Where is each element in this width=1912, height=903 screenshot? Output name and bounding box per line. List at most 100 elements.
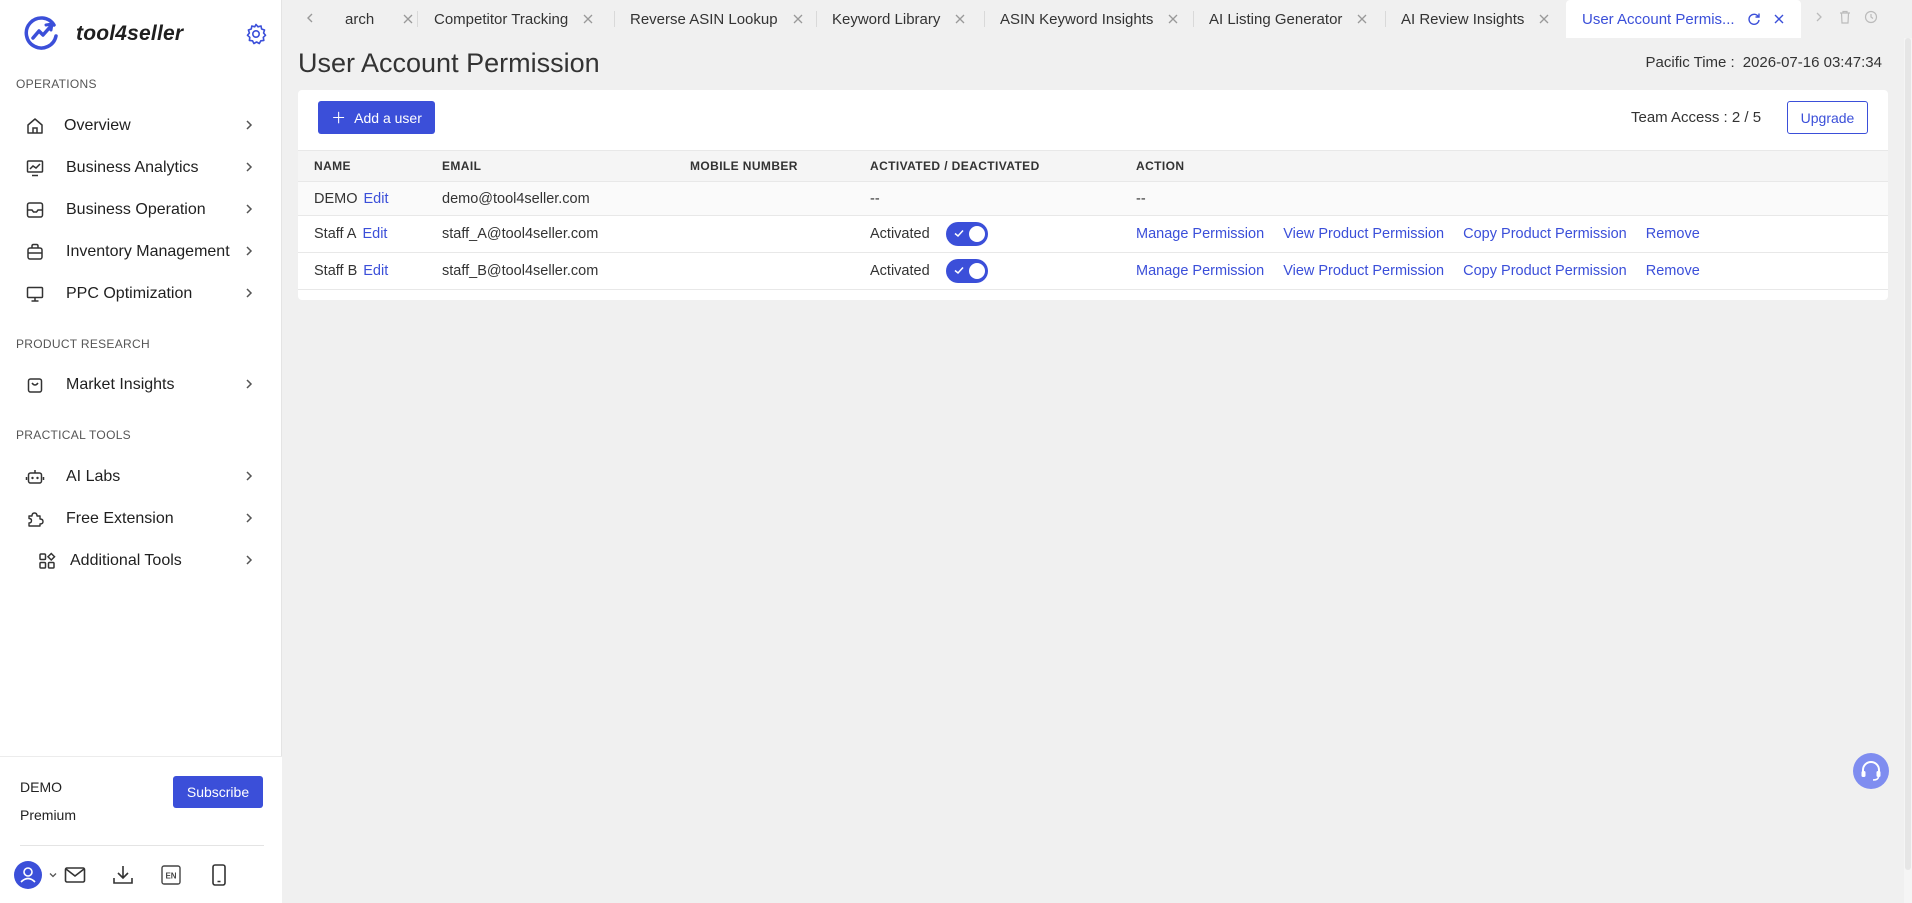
activation-toggle[interactable] (945, 222, 988, 246)
chevron-right-icon (246, 120, 253, 130)
column-header-action: ACTION (1136, 150, 1888, 182)
cell-name: Staff A Edit (298, 215, 442, 253)
account-name: DEMO (20, 779, 62, 795)
section-title-operations: OPERATIONS (16, 77, 97, 91)
sidebar-item-label: Free Extension (66, 510, 174, 527)
sidebar-item-inventory-management[interactable]: Inventory Management (24, 232, 264, 272)
tab-keyword-library[interactable]: Keyword Library (832, 0, 966, 38)
brand-name: tool4seller (76, 22, 184, 45)
box-icon (24, 241, 46, 263)
close-icon[interactable] (1167, 13, 1179, 25)
chevron-down-icon (49, 873, 57, 878)
activation-toggle[interactable] (945, 259, 988, 283)
check-icon (954, 229, 964, 238)
scrollbar-thumb[interactable] (1905, 38, 1911, 870)
edit-link[interactable]: Edit (364, 191, 389, 207)
download-icon[interactable] (108, 860, 138, 890)
customer-support-button[interactable] (1853, 753, 1889, 789)
sidebar-item-label: Additional Tools (70, 552, 182, 569)
cell-action: Manage Permission View Product Permissio… (1136, 252, 1888, 290)
shopping-bag-icon (24, 374, 46, 396)
user-name: Staff B (314, 263, 358, 279)
brand[interactable]: tool4seller (24, 14, 183, 54)
tab-separator (417, 11, 418, 27)
sidebar-item-ai-labs[interactable]: AI Labs (24, 457, 264, 497)
close-icon[interactable] (1773, 13, 1785, 25)
mobile-icon[interactable] (204, 860, 234, 890)
sidebar-item-additional-tools[interactable]: Additional Tools (24, 541, 264, 581)
edit-link[interactable]: Edit (363, 263, 388, 279)
sidebar-item-market-insights[interactable]: Market Insights (24, 365, 264, 405)
tab-separator (1193, 11, 1194, 27)
subscribe-button[interactable]: Subscribe (173, 776, 263, 808)
user-name: DEMO (314, 190, 358, 207)
copy-product-permission-link[interactable]: Copy Product Permission (1463, 226, 1627, 242)
check-icon (954, 266, 964, 275)
tab-separator (614, 11, 615, 27)
sidebar-item-free-extension[interactable]: Free Extension (24, 499, 264, 539)
view-product-permission-link[interactable]: View Product Permission (1283, 263, 1444, 279)
upgrade-button[interactable]: Upgrade (1787, 101, 1868, 134)
tab-competitor-tracking[interactable]: Competitor Tracking (434, 0, 594, 38)
language-en-icon[interactable]: EN (156, 860, 186, 890)
cell-mobile (690, 215, 870, 253)
tab-asin-keyword-insights[interactable]: ASIN Keyword Insights (1000, 0, 1179, 38)
tab-user-account-permission[interactable]: User Account Permis... (1566, 0, 1801, 38)
view-product-permission-link[interactable]: View Product Permission (1283, 226, 1444, 242)
history-icon[interactable] (1864, 9, 1878, 25)
toggle-knob (968, 263, 985, 279)
close-icon[interactable] (402, 13, 414, 25)
tab-ai-review-insights[interactable]: AI Review Insights (1401, 0, 1550, 38)
table-row: Staff B Edit staff_B@tool4seller.com Acti… (298, 252, 1888, 290)
chevron-right-icon (246, 162, 253, 172)
copy-product-permission-link[interactable]: Copy Product Permission (1463, 263, 1627, 279)
status-label: Activated (870, 262, 930, 279)
account-plan: Premium (20, 807, 77, 823)
sidebar-item-overview[interactable]: Overview (24, 106, 264, 146)
svg-text:EN: EN (165, 872, 176, 881)
remove-link[interactable]: Remove (1646, 263, 1700, 279)
table-row: Staff A Edit staff_A@tool4seller.com Acti… (298, 215, 1888, 253)
chevron-right-icon (246, 288, 253, 298)
tab-bar: arch Competitor Tracking Reverse ASIN Lo… (282, 0, 1912, 38)
sidebar-item-business-analytics[interactable]: Business Analytics (24, 148, 264, 188)
manage-permission-link[interactable]: Manage Permission (1136, 263, 1264, 279)
account-toolbar: EN (14, 860, 234, 890)
toggle-knob (968, 226, 985, 242)
close-icon[interactable] (582, 13, 594, 25)
tab-separator (984, 11, 985, 27)
tab-separator (816, 11, 817, 27)
cell-status: Activated (870, 252, 1136, 290)
chevron-left-icon[interactable] (302, 9, 318, 27)
close-icon[interactable] (792, 13, 804, 25)
cell-action: -- (1136, 181, 1888, 216)
remove-link[interactable]: Remove (1646, 226, 1700, 242)
gear-icon[interactable] (244, 22, 268, 46)
close-icon[interactable] (1356, 13, 1368, 25)
close-icon[interactable] (1538, 13, 1550, 25)
close-icon[interactable] (954, 13, 966, 25)
manage-permission-link[interactable]: Manage Permission (1136, 226, 1264, 242)
chevron-right-icon (246, 471, 253, 481)
mail-icon[interactable] (60, 860, 90, 890)
sidebar-item-label: Business Analytics (66, 159, 199, 176)
inbox-icon (24, 199, 46, 221)
tab-ai-listing-generator[interactable]: AI Listing Generator (1209, 0, 1368, 38)
chevron-right-icon (246, 555, 253, 565)
chevron-right-icon[interactable] (1812, 9, 1826, 25)
table-header-row: NAME EMAIL MOBILE NUMBER ACTIVATED / DEA… (298, 150, 1888, 182)
scrollbar[interactable] (1904, 38, 1912, 903)
tab-reverse-asin-lookup[interactable]: Reverse ASIN Lookup (630, 0, 804, 38)
column-header-email: EMAIL (442, 150, 690, 182)
tab-separator (1385, 11, 1386, 27)
tab-search[interactable]: arch (345, 0, 414, 38)
trash-icon[interactable] (1838, 9, 1852, 25)
team-access: Team Access : 2 / 5 (1631, 109, 1761, 126)
edit-link[interactable]: Edit (362, 226, 387, 242)
sidebar-item-ppc-optimization[interactable]: PPC Optimization (24, 274, 264, 314)
add-user-button[interactable]: ＋ Add a user (318, 101, 435, 134)
user-icon[interactable] (14, 860, 58, 890)
refresh-icon[interactable] (1747, 12, 1761, 26)
sidebar-item-business-operation[interactable]: Business Operation (24, 190, 264, 230)
page-title: User Account Permission (298, 48, 600, 78)
